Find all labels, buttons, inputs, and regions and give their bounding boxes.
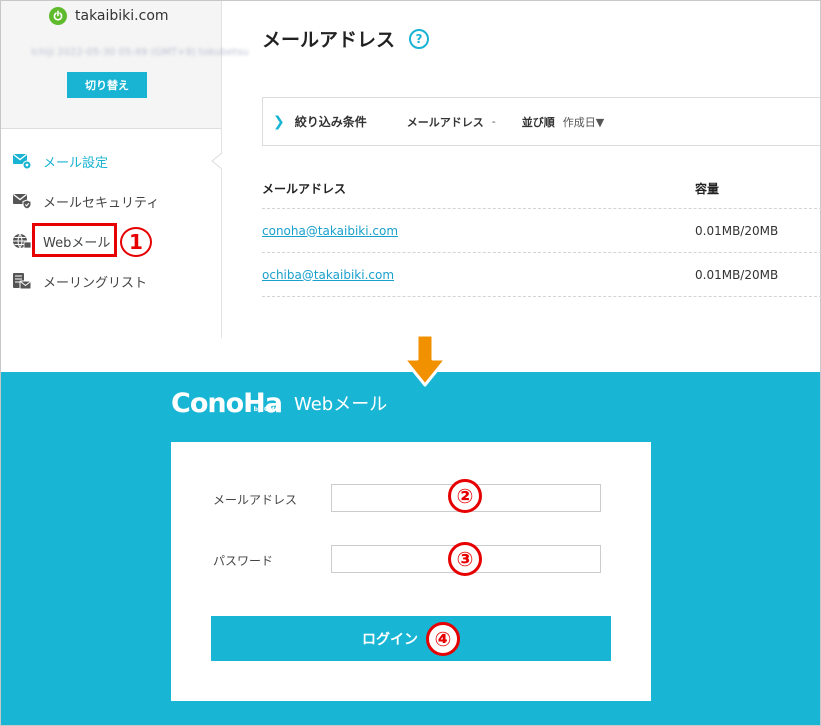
column-header-email[interactable]: メールアドレス — [262, 180, 695, 197]
filter-email-value: - — [491, 115, 496, 128]
webmail-login-screen: ConoHa by GMO Webメール メールアドレス ② パスワード ③ ロ… — [0, 372, 821, 726]
sidebar-item-mailing-list[interactable]: メーリングリスト — [1, 261, 221, 301]
filter-sort-value[interactable]: 作成日▼ — [563, 114, 604, 130]
email-label: メールアドレス — [213, 493, 298, 507]
domain-row: takaibiki.com — [49, 7, 169, 25]
sidebar-item-label: メール設定 — [43, 155, 109, 171]
filter-label: 絞り込み条件 — [294, 115, 367, 129]
email-table: メールアドレス 容量 conoha@takaibiki.com 0.01MB/2… — [262, 169, 821, 297]
switch-button[interactable]: 切り替え — [67, 72, 147, 98]
sidebar-item-mail-security[interactable]: メールセキュリティ — [1, 181, 221, 221]
password-label: パスワード — [213, 554, 274, 568]
callout-box-webmail — [32, 223, 117, 257]
table-row: ochiba@takaibiki.com 0.01MB/20MB — [262, 253, 821, 297]
sidebar-item-label: メーリングリスト — [43, 275, 148, 291]
sidebar-nav: メール設定 メールセキュリティ Webメール メーリングリスト — [1, 141, 222, 301]
column-header-capacity[interactable]: 容量 — [695, 180, 821, 197]
mail-gear-icon — [11, 151, 33, 171]
login-card: メールアドレス ② パスワード ③ ログイン ④ — [171, 442, 651, 701]
sidebar: takaibiki.com Ichiji 2022-05-30 05:49 (G… — [1, 1, 249, 338]
sidebar-item-mail-settings[interactable]: メール設定 — [1, 141, 222, 181]
globe-icon — [11, 231, 33, 251]
filter-sort-key: 並び順 — [521, 115, 555, 129]
capacity-value: 0.01MB/20MB — [695, 223, 779, 238]
sidebar-item-label: メールセキュリティ — [43, 195, 160, 211]
mail-shield-icon — [11, 191, 33, 211]
step-number-2: ② — [448, 479, 482, 513]
active-pointer — [211, 153, 222, 169]
login-button[interactable]: ログイン ④ — [211, 616, 611, 661]
table-header: メールアドレス 容量 — [262, 169, 821, 209]
mailing-list-icon — [11, 271, 33, 291]
power-icon — [49, 7, 67, 25]
main-content: メールアドレス ? ❯ 絞り込み条件 メールアドレス - 並び順 作成日▼ メー… — [222, 1, 821, 373]
login-button-label: ログイン — [362, 631, 418, 648]
table-row: conoha@takaibiki.com 0.01MB/20MB — [262, 209, 821, 253]
filter-bar[interactable]: ❯ 絞り込み条件 メールアドレス - 並び順 作成日▼ — [262, 97, 820, 146]
email-link[interactable]: ochiba@takaibiki.com — [262, 268, 394, 282]
step-number-4: ④ — [426, 621, 460, 656]
conoha-logo: ConoHa by GMO — [171, 390, 283, 418]
page-title-row: メールアドレス ? — [262, 25, 430, 52]
step-number-3: ③ — [448, 542, 482, 576]
account-panel: takaibiki.com Ichiji 2022-05-30 05:49 (G… — [1, 1, 249, 129]
capacity-value: 0.01MB/20MB — [695, 267, 779, 282]
step-number-1: 1 — [120, 227, 152, 257]
email-link[interactable]: conoha@takaibiki.com — [262, 224, 398, 238]
domain-name: takaibiki.com — [75, 8, 169, 24]
chevron-right-icon: ❯ — [273, 113, 285, 130]
filter-email-key: メールアドレス — [406, 115, 484, 129]
help-icon[interactable]: ? — [409, 28, 430, 49]
logo-by: by GMO — [253, 406, 280, 413]
control-panel-screen: takaibiki.com Ichiji 2022-05-30 05:49 (G… — [0, 0, 821, 372]
page-title: メールアドレス — [262, 29, 396, 51]
logo-row: ConoHa by GMO Webメール — [171, 390, 387, 418]
down-arrow-icon — [402, 333, 448, 387]
plan-info: Ichiji 2022-05-30 05:49 (GMT+9) tokubets… — [31, 47, 249, 58]
webmail-title: Webメール — [293, 394, 388, 415]
